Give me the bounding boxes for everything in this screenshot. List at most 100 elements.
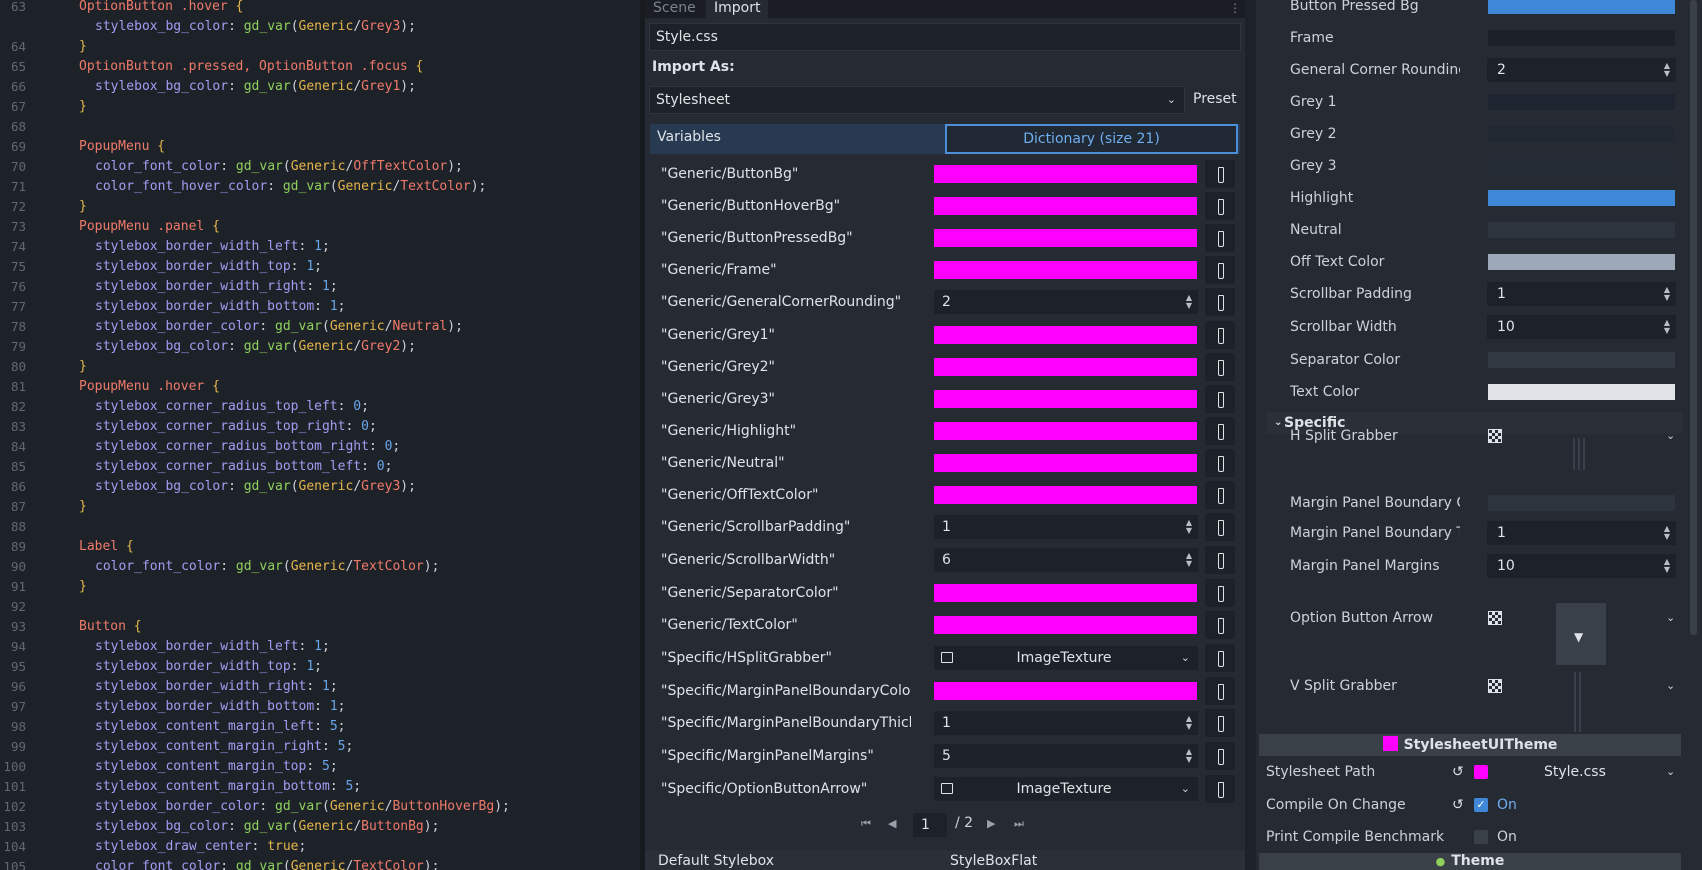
- prev-page-icon[interactable]: ◀: [888, 817, 896, 830]
- eyedropper-icon[interactable]: [1205, 417, 1235, 445]
- spin-arrows-icon[interactable]: ▲ ▼: [1664, 319, 1670, 335]
- code-line[interactable]: 88: [0, 517, 640, 537]
- code-line[interactable]: 92: [0, 597, 640, 617]
- color-swatch[interactable]: [934, 229, 1197, 247]
- number-spinbox[interactable]: 1 ▲ ▼: [934, 711, 1198, 735]
- code-line[interactable]: 90 color_font_color: gd_var(Generic/TextC…: [0, 557, 640, 577]
- eyedropper-icon[interactable]: [1205, 353, 1235, 381]
- code-line[interactable]: 104 stylebox_draw_center: true;: [0, 837, 640, 857]
- eyedropper-icon[interactable]: [1205, 481, 1235, 509]
- chevron-down-icon[interactable]: ⌄: [1666, 756, 1678, 788]
- code-line[interactable]: 100 stylebox_content_margin_top: 5;: [0, 757, 640, 777]
- code-line[interactable]: 71 color_font_hover_color: gd_var(Generic…: [0, 177, 640, 197]
- preset-button[interactable]: Preset: [1193, 91, 1237, 107]
- color-swatch[interactable]: [934, 165, 1197, 183]
- code-line[interactable]: 63 OptionButton .hover {: [0, 0, 640, 17]
- color-swatch[interactable]: [934, 486, 1197, 504]
- code-line[interactable]: 99 stylebox_content_margin_right: 5;: [0, 737, 640, 757]
- number-spinbox[interactable]: 1 ▲ ▼: [1487, 282, 1676, 306]
- color-swatch[interactable]: [1488, 94, 1675, 110]
- color-swatch[interactable]: [934, 584, 1197, 602]
- chevron-down-icon[interactable]: ⌄: [1666, 602, 1675, 634]
- texture-checker-icon[interactable]: [1488, 611, 1502, 625]
- color-swatch[interactable]: [934, 326, 1197, 344]
- code-line[interactable]: 69 PopupMenu {: [0, 137, 640, 157]
- color-swatch[interactable]: [1488, 30, 1675, 46]
- color-swatch[interactable]: [934, 358, 1197, 376]
- number-spinbox[interactable]: 6 ▲ ▼: [934, 548, 1198, 572]
- spin-arrows-icon[interactable]: ▲ ▼: [1664, 525, 1670, 541]
- code-line[interactable]: 78 stylebox_border_color: gd_var(Generic/…: [0, 317, 640, 337]
- code-line[interactable]: 68: [0, 117, 640, 137]
- color-swatch[interactable]: [1488, 495, 1675, 511]
- color-swatch[interactable]: [1488, 222, 1675, 238]
- color-swatch[interactable]: [1488, 254, 1675, 270]
- code-line[interactable]: 73 PopupMenu .panel {: [0, 217, 640, 237]
- eyedropper-icon[interactable]: [1205, 224, 1235, 252]
- eyedropper-icon[interactable]: [1205, 775, 1235, 803]
- code-line[interactable]: stylebox_bg_color: gd_var(Generic/Grey3)…: [0, 17, 640, 37]
- next-page-icon[interactable]: ▶: [987, 817, 995, 830]
- code-line[interactable]: 70 color_font_color: gd_var(Generic/OffTe…: [0, 157, 640, 177]
- code-line[interactable]: 97 stylebox_border_width_bottom: 1;: [0, 697, 640, 717]
- color-swatch[interactable]: [1488, 190, 1675, 206]
- code-line[interactable]: 95 stylebox_border_width_top: 1;: [0, 657, 640, 677]
- eyedropper-icon[interactable]: [1205, 611, 1235, 639]
- page-number-input[interactable]: 1: [913, 813, 947, 837]
- code-line[interactable]: 77 stylebox_border_width_bottom: 1;: [0, 297, 640, 317]
- dictionary-toggle-button[interactable]: Dictionary (size 21): [945, 124, 1238, 154]
- eyedropper-icon[interactable]: [1205, 321, 1235, 349]
- chevron-down-icon[interactable]: ⌄: [1181, 646, 1190, 670]
- eyedropper-icon[interactable]: [1205, 742, 1235, 770]
- code-line[interactable]: 86 stylebox_bg_color: gd_var(Generic/Grey…: [0, 477, 640, 497]
- revert-icon[interactable]: ↺: [1452, 765, 1464, 779]
- color-swatch[interactable]: [1488, 384, 1675, 400]
- dock-menu-icon[interactable]: ⋮: [1229, 2, 1241, 14]
- eyedropper-icon[interactable]: [1205, 546, 1235, 574]
- tab-scene[interactable]: Scene: [645, 0, 704, 18]
- code-line[interactable]: 65 OptionButton .pressed, OptionButton .f…: [0, 57, 640, 77]
- color-swatch[interactable]: [934, 422, 1197, 440]
- spin-arrows-icon[interactable]: ▲ ▼: [1664, 286, 1670, 302]
- eyedropper-icon[interactable]: [1205, 288, 1235, 316]
- number-spinbox[interactable]: 10 ▲ ▼: [1487, 554, 1676, 578]
- eyedropper-icon[interactable]: [1205, 192, 1235, 220]
- default-stylebox-row[interactable]: Default Stylebox StyleBoxFlat: [645, 850, 1245, 870]
- spin-arrows-icon[interactable]: ▲ ▼: [1186, 748, 1192, 764]
- color-swatch[interactable]: [1488, 126, 1675, 142]
- chevron-down-icon[interactable]: ⌄: [1666, 420, 1675, 452]
- color-swatch[interactable]: [934, 390, 1197, 408]
- color-swatch[interactable]: [934, 682, 1197, 700]
- eyedropper-icon[interactable]: [1205, 709, 1235, 737]
- code-line[interactable]: 75 stylebox_border_width_top: 1;: [0, 257, 640, 277]
- eyedropper-icon[interactable]: [1205, 385, 1235, 413]
- stylesheet-path-value[interactable]: Style.css: [1544, 756, 1606, 788]
- chevron-down-icon[interactable]: ⌄: [1181, 777, 1190, 801]
- code-line[interactable]: 85 stylebox_corner_radius_bottom_left: 0;: [0, 457, 640, 477]
- color-swatch[interactable]: [934, 616, 1197, 634]
- spin-arrows-icon[interactable]: ▲ ▼: [1186, 294, 1192, 310]
- checkbox-unchecked-icon[interactable]: [1474, 830, 1488, 844]
- code-line[interactable]: 72}: [0, 197, 640, 217]
- import-as-select[interactable]: Stylesheet ⌄: [649, 86, 1185, 114]
- texture-checker-icon[interactable]: [1488, 679, 1502, 693]
- code-line[interactable]: 103 stylebox_bg_color: gd_var(Generic/But…: [0, 817, 640, 837]
- code-line[interactable]: 82 stylebox_corner_radius_top_left: 0;: [0, 397, 640, 417]
- texture-checker-icon[interactable]: [1488, 429, 1502, 443]
- code-line[interactable]: 80}: [0, 357, 640, 377]
- code-line[interactable]: 105 color_font_color: gd_var(Generic/Text…: [0, 857, 640, 870]
- spin-arrows-icon[interactable]: ▲ ▼: [1186, 715, 1192, 731]
- code-line[interactable]: 79 stylebox_bg_color: gd_var(Generic/Grey…: [0, 337, 640, 357]
- code-line[interactable]: 94 stylebox_border_width_left: 1;: [0, 637, 640, 657]
- number-spinbox[interactable]: 10 ▲ ▼: [1487, 315, 1676, 339]
- code-line[interactable]: 66 stylebox_bg_color: gd_var(Generic/Grey…: [0, 77, 640, 97]
- inspector-scrollbar[interactable]: [1690, 0, 1697, 635]
- split-handle-right[interactable]: [1245, 0, 1256, 870]
- chevron-down-icon[interactable]: ⌄: [1666, 670, 1675, 702]
- eyedropper-icon[interactable]: [1205, 644, 1235, 672]
- number-spinbox[interactable]: 1 ▲ ▼: [1487, 521, 1676, 545]
- number-spinbox[interactable]: 5 ▲ ▼: [934, 744, 1198, 768]
- color-swatch[interactable]: [1488, 352, 1675, 368]
- code-line[interactable]: 87}: [0, 497, 640, 517]
- color-swatch[interactable]: [934, 261, 1197, 279]
